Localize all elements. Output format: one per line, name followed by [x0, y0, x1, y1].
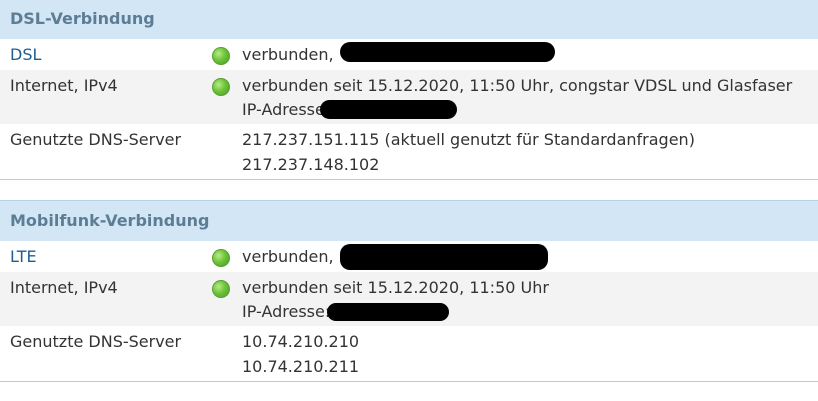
dns-server-label: Genutzte DNS-Server	[10, 332, 182, 351]
redaction-mark	[327, 303, 449, 321]
mobile-connection-section: Mobilfunk-Verbindung LTE verbunden, Inte…	[0, 200, 818, 382]
mobile-internet-ipv4-row: Internet, IPv4 verbunden seit 15.12.2020…	[0, 272, 818, 326]
mobile-internet-status-text: verbunden seit 15.12.2020, 11:50 Uhr	[242, 278, 549, 297]
green-status-led-icon	[212, 249, 230, 267]
dsl-internet-status-text: verbunden seit 15.12.2020, 11:50 Uhr, co…	[242, 76, 793, 95]
green-status-led-icon	[212, 47, 230, 65]
mobile-section-header: Mobilfunk-Verbindung	[0, 200, 818, 241]
dsl-dns-primary: 217.237.151.115 (aktuell genutzt für Sta…	[242, 130, 695, 149]
dsl-section-title: DSL-Verbindung	[10, 9, 155, 28]
dsl-section-header: DSL-Verbindung	[0, 0, 818, 39]
dsl-dns-secondary: 217.237.148.102	[242, 155, 380, 174]
green-status-led-icon	[212, 78, 230, 96]
internet-ipv4-label: Internet, IPv4	[10, 278, 118, 297]
dsl-link[interactable]: DSL	[10, 45, 41, 64]
dsl-status-text: verbunden,	[242, 45, 334, 64]
mobile-dns-primary: 10.74.210.210	[242, 332, 360, 351]
redaction-mark	[340, 42, 555, 62]
dsl-dns-server-row: Genutzte DNS-Server 217.237.151.115 (akt…	[0, 124, 818, 180]
lte-row: LTE verbunden,	[0, 241, 818, 272]
dsl-ip-address-label: IP-Adresse:	[242, 100, 331, 119]
redaction-mark	[340, 244, 548, 270]
lte-status-text: verbunden,	[242, 247, 334, 266]
dsl-connection-section: DSL-Verbindung DSL verbunden, Internet, …	[0, 0, 818, 180]
dsl-internet-ipv4-row: Internet, IPv4 verbunden seit 15.12.2020…	[0, 70, 818, 124]
lte-link[interactable]: LTE	[10, 247, 37, 266]
mobile-dns-secondary: 10.74.210.211	[242, 357, 360, 376]
mobile-section-title: Mobilfunk-Verbindung	[10, 211, 210, 230]
mobile-ip-address-label: IP-Adresse:	[242, 302, 331, 321]
redaction-mark	[320, 100, 457, 119]
internet-ipv4-label: Internet, IPv4	[10, 76, 118, 95]
mobile-dns-server-row: Genutzte DNS-Server 10.74.210.210 10.74.…	[0, 326, 818, 382]
green-status-led-icon	[212, 280, 230, 298]
dsl-row: DSL verbunden,	[0, 39, 818, 70]
dns-server-label: Genutzte DNS-Server	[10, 130, 182, 149]
